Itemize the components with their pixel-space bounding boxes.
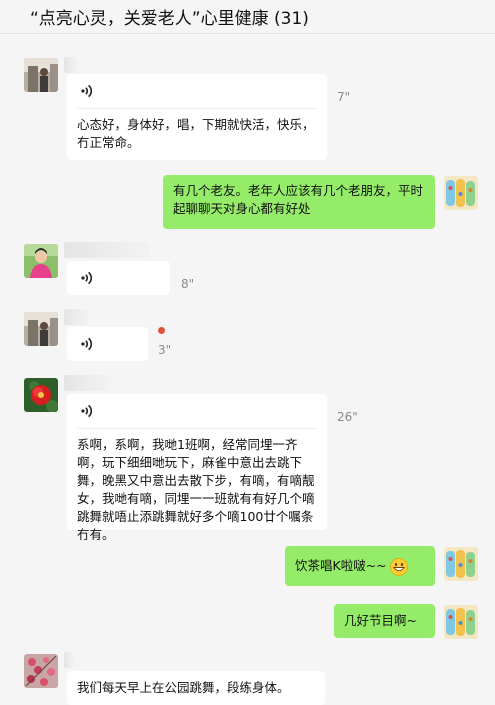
voice-wave-icon (81, 84, 93, 98)
unread-dot (158, 327, 165, 334)
voice-play-row[interactable] (67, 261, 170, 295)
outgoing-message-bubble[interactable]: 几好节目啊~ (334, 604, 435, 638)
voice-duration: 26" (337, 410, 358, 424)
my-avatar[interactable] (444, 605, 478, 639)
sender-nickname-blurred (64, 375, 110, 391)
grinning-face-icon (389, 557, 408, 576)
incoming-message-bubble[interactable]: 我们每天早上在公园跳舞，段练身体。 (67, 671, 325, 705)
sender-avatar[interactable] (24, 244, 58, 278)
outgoing-message-bubble[interactable]: 饮茶唱K啦啵~~ (285, 546, 435, 586)
sender-avatar[interactable] (24, 312, 58, 346)
sender-nickname-blurred (64, 309, 88, 325)
sender-avatar[interactable] (24, 654, 58, 688)
voice-transcript-text: 心态好，身体好，唱，下期就快活，快乐，冇正常命。 (77, 117, 315, 150)
message-text: 我们每天早上在公园跳舞，段练身体。 (77, 680, 290, 695)
voice-message-bubble[interactable]: 心态好，身体好，唱，下期就快活，快乐，冇正常命。 (67, 74, 327, 160)
my-avatar[interactable] (444, 176, 478, 210)
voice-transcript-text: 系啊，系啊，我哋1班啊，经常同埋一齐啊，玩下细细哋玩下，麻雀中意出去跳下舞，晚黑… (77, 437, 315, 542)
voice-wave-icon (81, 404, 93, 418)
message-text: 饮茶唱K啦啵~~ (295, 558, 387, 573)
message-text: 有几个老友。老年人应该有几个老朋友，平时起聊聊天对身心都有好处 (173, 183, 424, 216)
voice-duration: 3" (158, 343, 172, 357)
message-text-row: 饮茶唱K啦啵~~ (285, 546, 435, 584)
sender-avatar[interactable] (24, 58, 58, 92)
sender-nickname-blurred (64, 652, 74, 668)
voice-wave-icon (81, 337, 93, 351)
chat-title-bar: “点亮心灵，关爱老人”心里健康 (31) (0, 0, 495, 34)
outgoing-message-bubble[interactable]: 有几个老友。老年人应该有几个老朋友，平时起聊聊天对身心都有好处 (163, 175, 435, 229)
voice-message-bubble[interactable] (67, 327, 148, 361)
voice-duration: 8" (181, 277, 195, 291)
voice-wave-icon (81, 271, 93, 285)
voice-play-row[interactable] (67, 74, 327, 108)
message-list[interactable]: 心态好，身体好，唱，下期就快活，快乐，冇正常命。 7" 有几个老友。老年人应该有… (0, 35, 495, 705)
voice-message-bubble[interactable] (67, 261, 170, 295)
my-avatar[interactable] (444, 547, 478, 581)
chat-title: “点亮心灵，关爱老人”心里健康 (31) (30, 9, 309, 29)
voice-play-row[interactable] (67, 394, 327, 428)
sender-nickname-blurred (64, 242, 150, 258)
voice-message-bubble[interactable]: 系啊，系啊，我哋1班啊，经常同埋一齐啊，玩下细细哋玩下，麻雀中意出去跳下舞，晚黑… (67, 394, 327, 542)
sender-nickname-blurred (64, 57, 78, 73)
voice-duration: 7" (337, 90, 351, 104)
voice-play-row[interactable] (67, 327, 148, 361)
sender-avatar[interactable] (24, 378, 58, 412)
message-text: 几好节目啊~ (344, 613, 417, 628)
